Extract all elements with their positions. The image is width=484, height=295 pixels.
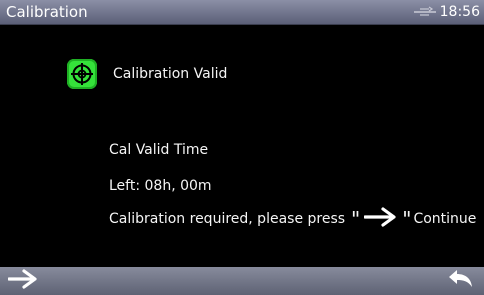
quote-close: " xyxy=(402,207,412,231)
calibration-screen: Calibration 18:56 Calibration Valid Cal … xyxy=(0,0,484,295)
return-arrow-icon xyxy=(446,269,474,293)
status-area: 18:56 xyxy=(413,3,480,22)
calibration-status: Calibration Valid xyxy=(67,59,227,89)
instruction-suffix: Continue xyxy=(413,211,477,227)
connection-icon xyxy=(413,3,436,22)
target-crosshair-icon xyxy=(67,59,97,89)
instruction-text: Calibration required, please press " " C… xyxy=(109,207,476,231)
main-content: Calibration Valid Cal Valid Time Left: 0… xyxy=(0,26,484,267)
time-left-value: Left: 08h, 00m xyxy=(109,178,212,194)
back-button[interactable] xyxy=(446,269,474,293)
continue-button[interactable] xyxy=(7,269,38,293)
valid-time-label: Cal Valid Time xyxy=(109,142,209,158)
arrow-right-icon xyxy=(363,207,398,231)
clock: 18:56 xyxy=(439,4,480,20)
title-bar: Calibration 18:56 xyxy=(0,0,484,25)
arrow-right-icon xyxy=(7,269,38,293)
instruction-prefix: Calibration required, please press xyxy=(109,211,346,227)
status-label: Calibration Valid xyxy=(113,66,228,82)
window-title: Calibration xyxy=(6,3,88,21)
quote-open: " xyxy=(351,207,361,231)
bottom-bar xyxy=(0,267,484,295)
